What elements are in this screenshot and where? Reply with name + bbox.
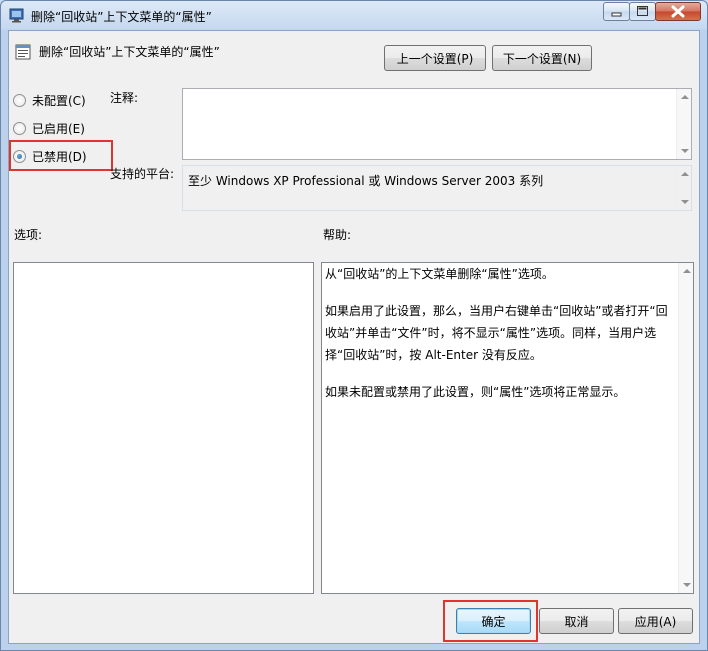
close-button[interactable]: [655, 2, 701, 21]
help-paragraph: 如果未配置或禁用了此设置，则“属性”选项将正常显示。: [325, 385, 626, 399]
scroll-down-arrow-icon[interactable]: [683, 583, 691, 587]
maximize-icon: [637, 6, 648, 16]
policy-window-icon: [9, 8, 24, 23]
title-bar[interactable]: 删除“回收站”上下文菜单的“属性”: [1, 1, 707, 30]
platform-value: 至少 Windows XP Professional 或 Windows Ser…: [188, 174, 544, 188]
scroll-up-arrow-icon[interactable]: [681, 95, 689, 99]
help-paragraph: 从“回收站”的上下文菜单删除“属性”选项。: [325, 267, 554, 281]
comment-scrollbar[interactable]: [676, 89, 691, 159]
minimize-button[interactable]: [603, 2, 630, 21]
help-scrollbar[interactable]: [678, 263, 693, 593]
comment-textarea[interactable]: [182, 88, 692, 160]
help-text: 从“回收站”的上下文菜单删除“属性”选项。 如果启用了此设置，那么，当用户右键单…: [325, 263, 675, 418]
radio-not-configured[interactable]: 未配置(C): [13, 92, 86, 109]
window-controls: [603, 2, 701, 21]
help-paragraph: 如果启用了此设置，那么，当用户右键单击“回收站”或者打开“回收站”并单击“文件”…: [325, 304, 668, 362]
help-panel: 从“回收站”的上下文菜单删除“属性”选项。 如果启用了此设置，那么，当用户右键单…: [321, 262, 694, 594]
close-icon: [671, 5, 685, 18]
policy-setting-icon: [15, 44, 31, 60]
minimize-icon: [611, 12, 622, 17]
radio-enabled-label: 已启用(E): [32, 122, 85, 136]
maximize-button[interactable]: [629, 2, 656, 21]
help-label: 帮助:: [323, 228, 352, 242]
dialog-window: 删除“回收站”上下文菜单的“属性” 删除“回收站”上下文菜单的“属性” 上一个设…: [0, 0, 708, 651]
options-panel: [13, 262, 314, 594]
cancel-button[interactable]: 取消: [539, 608, 614, 634]
radio-not-configured-circle[interactable]: [13, 94, 26, 107]
dialog-client-area: 删除“回收站”上下文菜单的“属性” 上一个设置(P) 下一个设置(N) 未配置(…: [8, 30, 700, 644]
window-title: 删除“回收站”上下文菜单的“属性”: [31, 10, 212, 24]
scroll-down-arrow-icon[interactable]: [681, 200, 689, 204]
radio-not-configured-label: 未配置(C): [32, 94, 86, 108]
setting-title: 删除“回收站”上下文菜单的“属性”: [39, 45, 220, 59]
platform-scrollbar[interactable]: [676, 166, 691, 210]
options-label: 选项:: [14, 228, 43, 242]
scroll-down-arrow-icon[interactable]: [681, 149, 689, 153]
platform-textbox: 至少 Windows XP Professional 或 Windows Ser…: [182, 165, 692, 211]
radio-enabled-circle[interactable]: [13, 122, 26, 135]
highlight-box-disabled: [9, 140, 113, 171]
next-setting-button[interactable]: 下一个设置(N): [492, 45, 592, 71]
platform-label: 支持的平台:: [110, 167, 175, 181]
highlight-box-ok: [443, 600, 538, 642]
scroll-up-arrow-icon[interactable]: [683, 269, 691, 273]
comment-label: 注释:: [110, 91, 139, 105]
scroll-up-arrow-icon[interactable]: [681, 172, 689, 176]
apply-button[interactable]: 应用(A): [618, 608, 693, 634]
previous-setting-button[interactable]: 上一个设置(P): [384, 45, 486, 71]
radio-enabled[interactable]: 已启用(E): [13, 120, 85, 137]
